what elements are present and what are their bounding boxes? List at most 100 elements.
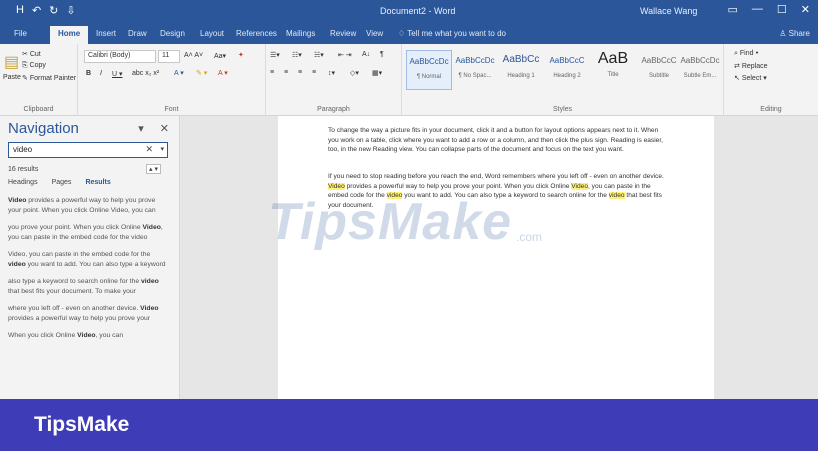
underline-icon[interactable]: U ▾ — [112, 70, 123, 78]
cursor-icon: ↖ — [734, 75, 742, 82]
text-effects-icon[interactable]: A ▾ — [174, 69, 184, 77]
tab-headings[interactable]: Headings — [8, 179, 38, 186]
tab-home[interactable]: Home — [50, 26, 89, 44]
clear-formatting-icon[interactable]: ✦ — [238, 51, 244, 59]
tell-me-box[interactable]: ♢ Tell me what you want to do — [398, 29, 506, 38]
select-button[interactable]: ↖ Select ▾ — [734, 74, 767, 82]
align-left-icon[interactable]: ≡ — [270, 69, 274, 76]
paste-icon[interactable]: ▤ — [4, 52, 19, 72]
style-normal[interactable]: AaBbCcDc ¶ Normal — [406, 50, 452, 90]
tab-pages[interactable]: Pages — [52, 179, 72, 186]
tab-draw[interactable]: Draw — [128, 29, 147, 38]
italic-icon[interactable]: I — [100, 70, 102, 77]
navigation-pane-buttons: ▾ ✕ — [138, 122, 169, 135]
navigation-search-box[interactable]: video ✕ ▾ — [8, 142, 168, 158]
justify-icon[interactable]: ≡ — [312, 69, 316, 76]
tab-file[interactable]: File — [14, 29, 27, 38]
ribbon-display-icon[interactable]: ▭ — [728, 3, 738, 16]
align-center-icon[interactable]: ≡ — [284, 69, 288, 76]
brush-icon: ✎ — [22, 75, 30, 82]
result-match: video — [141, 278, 159, 285]
search-result-item[interactable]: When you click Online Video, you can — [8, 331, 168, 341]
result-text: provides a powerful way to help you prov… — [8, 314, 151, 322]
style-heading-2[interactable]: AaBbCcC Heading 2 — [544, 50, 590, 90]
line-spacing-icon[interactable]: ↕▾ — [328, 69, 335, 77]
grow-shrink-font-icon[interactable]: A˄ A˅ — [184, 52, 203, 59]
pane-options-icon[interactable]: ▾ — [138, 122, 144, 135]
style-title[interactable]: AaB Title — [590, 50, 636, 90]
show-marks-icon[interactable]: ¶ — [380, 51, 384, 58]
format-painter-button[interactable]: ✎ Format Painter — [22, 74, 76, 82]
style-subtitle[interactable]: AaBbCcC Subtitle — [636, 50, 682, 90]
redo-icon[interactable]: ↻ — [49, 4, 58, 17]
change-case-icon[interactable]: Aa▾ — [214, 52, 226, 60]
paste-button[interactable]: Paste — [3, 74, 21, 81]
tab-view[interactable]: View — [366, 29, 383, 38]
indent-icons[interactable]: ⇤ ⇥ — [338, 51, 352, 59]
customize-qat-icon[interactable]: ⇩ — [66, 4, 75, 17]
tab-results[interactable]: Results — [85, 179, 110, 186]
tab-layout[interactable]: Layout — [200, 29, 224, 38]
style-heading-1[interactable]: AaBbCc Heading 1 — [498, 50, 544, 90]
tab-references[interactable]: References — [236, 29, 277, 38]
numbering-icon[interactable]: ☷▾ — [292, 51, 302, 59]
cut-button[interactable]: ✂ Cut — [22, 50, 41, 58]
undo-icon[interactable]: ↶ — [32, 4, 41, 17]
tab-review[interactable]: Review — [330, 29, 356, 38]
result-match: video — [8, 260, 26, 268]
minimize-icon[interactable]: — — [752, 3, 763, 16]
result-nav-arrows[interactable]: ▴ ▾ — [146, 164, 161, 174]
search-result-item[interactable]: you prove your point. When you click Onl… — [8, 223, 168, 242]
style-no-spacing[interactable]: AaBbCcDc ¶ No Spac... — [452, 50, 498, 90]
tell-me-text: Tell me what you want to do — [407, 29, 506, 38]
search-result-item[interactable]: where you left off - even on another dev… — [8, 304, 168, 323]
tab-mailings[interactable]: Mailings — [286, 29, 315, 38]
share-button[interactable]: ♙ Share — [779, 29, 810, 38]
multilevel-list-icon[interactable]: ☵▾ — [314, 51, 324, 59]
find-button[interactable]: ⌕ Find ▾ — [734, 50, 758, 58]
tab-design[interactable]: Design — [160, 29, 185, 38]
result-match: Video — [77, 332, 96, 339]
format-painter-label: Format Painter — [29, 75, 77, 82]
close-icon[interactable]: ✕ — [801, 3, 810, 16]
styles-group: AaBbCcDc ¶ Normal AaBbCcDc ¶ No Spac... Aa… — [402, 44, 724, 116]
tab-insert[interactable]: Insert — [96, 29, 116, 38]
document-paragraph-1[interactable]: To change the way a picture fits in your… — [328, 126, 668, 155]
highlight-color-icon[interactable]: ✎ ▾ — [196, 69, 207, 77]
maximize-icon[interactable]: ☐ — [777, 3, 787, 16]
search-input[interactable]: video — [13, 145, 32, 154]
tipsmake-watermark: TipsMake — [268, 193, 513, 251]
align-right-icon[interactable]: ≡ — [298, 69, 302, 76]
document-page[interactable]: To change the way a picture fits in your… — [278, 116, 714, 399]
paragraph-group: ☰▾ ☷▾ ☵▾ ⇤ ⇥ A↓ ¶ ≡ ≡ ≡ ≡ ↕▾ ◇▾ ▦▾ Parag… — [266, 44, 402, 116]
sort-icon[interactable]: A↓ — [362, 51, 370, 58]
replace-button[interactable]: ⇄ Replace — [734, 62, 768, 70]
close-pane-icon[interactable]: ✕ — [160, 122, 169, 135]
style-preview: AaBbCc — [502, 54, 540, 65]
borders-icon[interactable]: ▦▾ — [372, 69, 382, 77]
bullets-icon[interactable]: ☰▾ — [270, 51, 280, 59]
save-icon[interactable]: H — [16, 4, 24, 17]
search-options-icon[interactable]: ▾ — [160, 145, 164, 153]
style-preview: AaBbCcC — [549, 56, 585, 65]
quick-access-toolbar: H ↶ ↻ ⇩ — [16, 4, 76, 17]
clear-search-icon[interactable]: ✕ — [145, 144, 153, 155]
user-name[interactable]: Wallace Wang — [640, 6, 697, 16]
strikethrough-sub-super-icons[interactable]: abc x₂ x² — [132, 70, 159, 77]
replace-icon: ⇄ — [734, 63, 742, 70]
search-highlight: Video — [328, 182, 345, 190]
brand-name: TipsMake — [34, 413, 130, 436]
search-result-item[interactable]: Video, you can paste in the embed code f… — [8, 250, 168, 269]
copy-button[interactable]: ⎘ Copy — [22, 62, 46, 70]
font-name-box[interactable]: Calibri (Body) — [84, 50, 156, 63]
shading-icon[interactable]: ◇▾ — [350, 69, 359, 77]
search-result-item[interactable]: also type a keyword to search online for… — [8, 277, 168, 296]
navigation-tabs: Headings Pages Results — [8, 179, 111, 186]
search-result-item[interactable]: Video provides a powerful way to help yo… — [8, 196, 168, 215]
style-preview: AaB — [597, 50, 629, 67]
bold-icon[interactable]: B — [86, 70, 91, 77]
result-text: you want to add. You can also type a key… — [25, 260, 166, 268]
font-color-icon[interactable]: A ▾ — [218, 69, 228, 77]
style-subtle-emphasis[interactable]: AaBbCcDc Subtle Em... — [680, 50, 720, 90]
font-size-box[interactable]: 11 — [158, 50, 180, 63]
